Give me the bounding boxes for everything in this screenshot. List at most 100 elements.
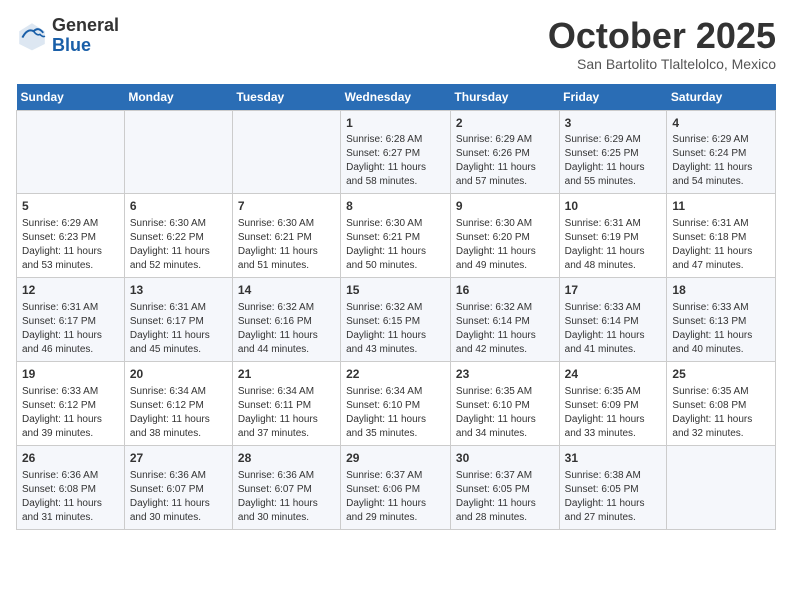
- calendar-cell: 21Sunrise: 6:34 AM Sunset: 6:11 PM Dayli…: [232, 361, 340, 445]
- day-info: Sunrise: 6:38 AM Sunset: 6:05 PM Dayligh…: [565, 469, 662, 525]
- calendar-cell: [124, 110, 232, 194]
- calendar-cell: 1Sunrise: 6:28 AM Sunset: 6:27 PM Daylig…: [341, 110, 451, 194]
- day-info: Sunrise: 6:35 AM Sunset: 6:09 PM Dayligh…: [565, 385, 662, 441]
- day-info: Sunrise: 6:33 AM Sunset: 6:12 PM Dayligh…: [22, 385, 119, 441]
- calendar-cell: 18 Sunrise: 6:33 AM Sunset: 6:13 PM Dayli…: [667, 278, 776, 362]
- day-number: 9: [456, 198, 554, 215]
- day-number: 26: [22, 450, 119, 467]
- month-title: October 2025: [548, 16, 776, 56]
- day-number: 14: [238, 282, 335, 299]
- calendar-cell: 15Sunrise: 6:32 AM Sunset: 6:15 PM Dayli…: [341, 278, 451, 362]
- day-number: 22: [346, 366, 445, 383]
- day-info: Sunrise: 6:32 AM Sunset: 6:15 PM Dayligh…: [346, 301, 445, 357]
- day-number: 8: [346, 198, 445, 215]
- calendar-cell: 14 Sunrise: 6:32 AM Sunset: 6:16 PM Dayli…: [232, 278, 340, 362]
- calendar-table: SundayMondayTuesdayWednesdayThursdayFrid…: [16, 84, 776, 530]
- day-info: Sunrise: 6:29 AM Sunset: 6:23 PM Dayligh…: [22, 217, 119, 273]
- weekday-header-thursday: Thursday: [450, 84, 559, 111]
- day-info: Sunrise: 6:30 AM Sunset: 6:21 PM Dayligh…: [238, 217, 335, 273]
- calendar-cell: 4Sunrise: 6:29 AM Sunset: 6:24 PM Daylig…: [667, 110, 776, 194]
- calendar-cell: 20 Sunrise: 6:34 AM Sunset: 6:12 PM Dayli…: [124, 361, 232, 445]
- calendar-cell: 6 Sunrise: 6:30 AM Sunset: 6:22 PM Daylig…: [124, 194, 232, 278]
- calendar-cell: 31 Sunrise: 6:38 AM Sunset: 6:05 PM Dayli…: [559, 445, 667, 529]
- calendar-cell: 24 Sunrise: 6:35 AM Sunset: 6:09 PM Dayli…: [559, 361, 667, 445]
- calendar-cell: [17, 110, 125, 194]
- weekday-header-tuesday: Tuesday: [232, 84, 340, 111]
- day-number: 12: [22, 282, 119, 299]
- calendar-week-row: 12 Sunrise: 6:31 AM Sunset: 6:17 PM Dayli…: [17, 278, 776, 362]
- page-header: General Blue October 2025 San Bartolito …: [16, 16, 776, 72]
- calendar-cell: 29Sunrise: 6:37 AM Sunset: 6:06 PM Dayli…: [341, 445, 451, 529]
- weekday-header-saturday: Saturday: [667, 84, 776, 111]
- calendar-cell: 23Sunrise: 6:35 AM Sunset: 6:10 PM Dayli…: [450, 361, 559, 445]
- day-info: Sunrise: 6:30 AM Sunset: 6:21 PM Dayligh…: [346, 217, 445, 273]
- day-number: 6: [130, 198, 227, 215]
- calendar-cell: 11 Sunrise: 6:31 AM Sunset: 6:18 PM Dayli…: [667, 194, 776, 278]
- day-number: 27: [130, 450, 227, 467]
- day-info: Sunrise: 6:35 AM Sunset: 6:08 PM Dayligh…: [672, 385, 770, 441]
- day-number: 30: [456, 450, 554, 467]
- calendar-cell: 7 Sunrise: 6:30 AM Sunset: 6:21 PM Daylig…: [232, 194, 340, 278]
- day-number: 20: [130, 366, 227, 383]
- logo-icon: [16, 20, 48, 52]
- day-info: Sunrise: 6:34 AM Sunset: 6:12 PM Dayligh…: [130, 385, 227, 441]
- day-number: 3: [565, 115, 662, 132]
- title-block: October 2025 San Bartolito Tlaltelolco, …: [548, 16, 776, 72]
- day-number: 11: [672, 198, 770, 215]
- day-number: 29: [346, 450, 445, 467]
- day-number: 17: [565, 282, 662, 299]
- day-number: 4: [672, 115, 770, 132]
- location-subtitle: San Bartolito Tlaltelolco, Mexico: [548, 56, 776, 72]
- day-info: Sunrise: 6:30 AM Sunset: 6:20 PM Dayligh…: [456, 217, 554, 273]
- calendar-cell: 8 Sunrise: 6:30 AM Sunset: 6:21 PM Daylig…: [341, 194, 451, 278]
- calendar-cell: 5 Sunrise: 6:29 AM Sunset: 6:23 PM Daylig…: [17, 194, 125, 278]
- calendar-cell: 10 Sunrise: 6:31 AM Sunset: 6:19 PM Dayli…: [559, 194, 667, 278]
- weekday-header-sunday: Sunday: [17, 84, 125, 111]
- logo-text: General Blue: [52, 16, 119, 56]
- day-info: Sunrise: 6:29 AM Sunset: 6:26 PM Dayligh…: [456, 133, 554, 189]
- day-number: 10: [565, 198, 662, 215]
- calendar-cell: 2Sunrise: 6:29 AM Sunset: 6:26 PM Daylig…: [450, 110, 559, 194]
- day-info: Sunrise: 6:36 AM Sunset: 6:08 PM Dayligh…: [22, 469, 119, 525]
- calendar-cell: [232, 110, 340, 194]
- calendar-cell: 28Sunrise: 6:36 AM Sunset: 6:07 PM Dayli…: [232, 445, 340, 529]
- day-info: Sunrise: 6:31 AM Sunset: 6:18 PM Dayligh…: [672, 217, 770, 273]
- calendar-cell: 27 Sunrise: 6:36 AM Sunset: 6:07 PM Dayli…: [124, 445, 232, 529]
- weekday-header-row: SundayMondayTuesdayWednesdayThursdayFrid…: [17, 84, 776, 111]
- day-info: Sunrise: 6:37 AM Sunset: 6:05 PM Dayligh…: [456, 469, 554, 525]
- calendar-cell: 13 Sunrise: 6:31 AM Sunset: 6:17 PM Dayli…: [124, 278, 232, 362]
- day-number: 28: [238, 450, 335, 467]
- calendar-cell: 19 Sunrise: 6:33 AM Sunset: 6:12 PM Dayli…: [17, 361, 125, 445]
- day-info: Sunrise: 6:28 AM Sunset: 6:27 PM Dayligh…: [346, 133, 445, 189]
- calendar-cell: 25 Sunrise: 6:35 AM Sunset: 6:08 PM Dayli…: [667, 361, 776, 445]
- day-info: Sunrise: 6:34 AM Sunset: 6:11 PM Dayligh…: [238, 385, 335, 441]
- calendar-week-row: 5 Sunrise: 6:29 AM Sunset: 6:23 PM Daylig…: [17, 194, 776, 278]
- calendar-cell: 16Sunrise: 6:32 AM Sunset: 6:14 PM Dayli…: [450, 278, 559, 362]
- day-info: Sunrise: 6:29 AM Sunset: 6:25 PM Dayligh…: [565, 133, 662, 189]
- day-number: 1: [346, 115, 445, 132]
- calendar-cell: 9 Sunrise: 6:30 AM Sunset: 6:20 PM Daylig…: [450, 194, 559, 278]
- day-number: 25: [672, 366, 770, 383]
- day-number: 16: [456, 282, 554, 299]
- day-number: 24: [565, 366, 662, 383]
- day-number: 2: [456, 115, 554, 132]
- calendar-cell: 22 Sunrise: 6:34 AM Sunset: 6:10 PM Dayli…: [341, 361, 451, 445]
- day-number: 5: [22, 198, 119, 215]
- day-number: 19: [22, 366, 119, 383]
- day-info: Sunrise: 6:33 AM Sunset: 6:13 PM Dayligh…: [672, 301, 770, 357]
- day-number: 31: [565, 450, 662, 467]
- day-info: Sunrise: 6:35 AM Sunset: 6:10 PM Dayligh…: [456, 385, 554, 441]
- day-number: 7: [238, 198, 335, 215]
- day-info: Sunrise: 6:30 AM Sunset: 6:22 PM Dayligh…: [130, 217, 227, 273]
- day-info: Sunrise: 6:36 AM Sunset: 6:07 PM Dayligh…: [130, 469, 227, 525]
- day-number: 18: [672, 282, 770, 299]
- day-info: Sunrise: 6:34 AM Sunset: 6:10 PM Dayligh…: [346, 385, 445, 441]
- calendar-week-row: 19 Sunrise: 6:33 AM Sunset: 6:12 PM Dayli…: [17, 361, 776, 445]
- day-info: Sunrise: 6:33 AM Sunset: 6:14 PM Dayligh…: [565, 301, 662, 357]
- calendar-cell: 26 Sunrise: 6:36 AM Sunset: 6:08 PM Dayli…: [17, 445, 125, 529]
- day-info: Sunrise: 6:31 AM Sunset: 6:17 PM Dayligh…: [130, 301, 227, 357]
- day-info: Sunrise: 6:31 AM Sunset: 6:19 PM Dayligh…: [565, 217, 662, 273]
- day-info: Sunrise: 6:32 AM Sunset: 6:16 PM Dayligh…: [238, 301, 335, 357]
- calendar-week-row: 1Sunrise: 6:28 AM Sunset: 6:27 PM Daylig…: [17, 110, 776, 194]
- day-number: 13: [130, 282, 227, 299]
